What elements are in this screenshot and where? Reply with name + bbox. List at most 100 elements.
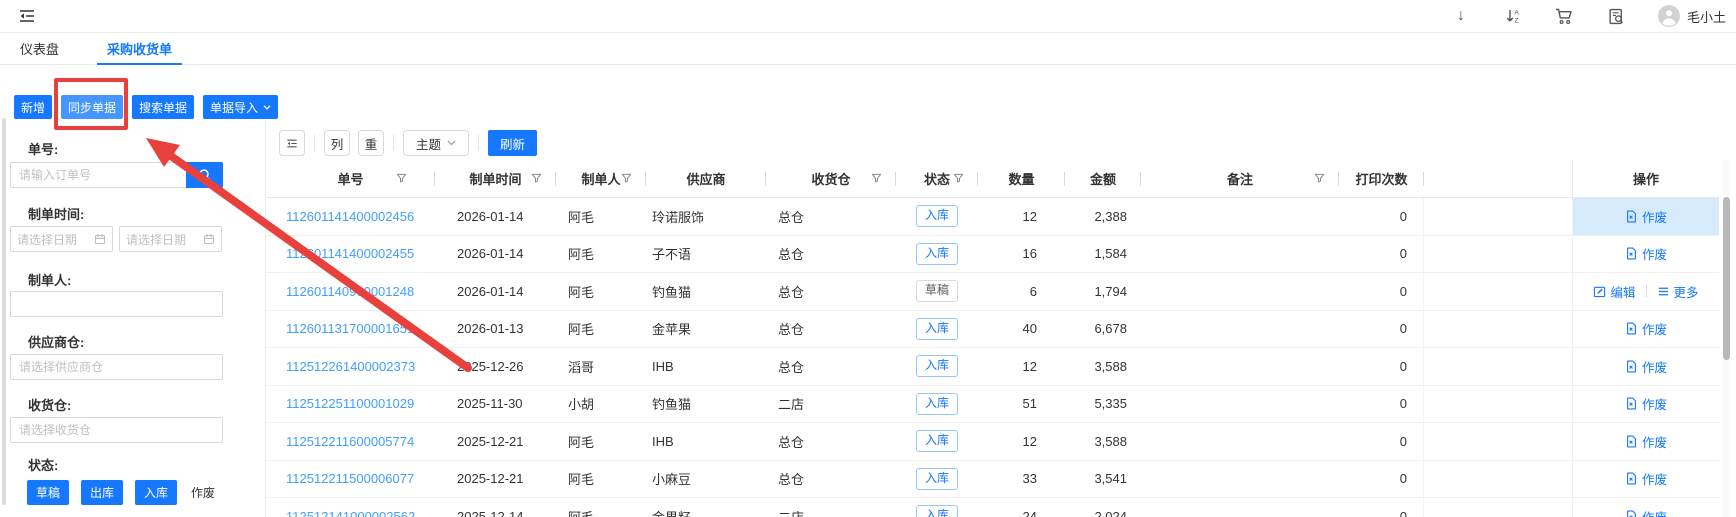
cart-icon[interactable] [1554,5,1576,27]
new-button[interactable]: 新增 [14,95,53,119]
filter-panel-scrollbar[interactable] [2,118,6,505]
void-action-link[interactable]: 作废 [1625,207,1667,226]
void-doc-icon [1625,397,1638,410]
cell-qty: 16 [1022,246,1037,262]
void-action-link[interactable]: 作废 [1625,469,1667,488]
void-action-link[interactable]: 作废 [1625,432,1667,451]
order-no-link[interactable]: 112512211500006077 [286,471,414,486]
void-action-link[interactable]: 作废 [1625,319,1667,338]
search-button[interactable] [186,162,223,188]
cell-spacer [1424,386,1572,423]
date-start-picker[interactable]: 请选择日期 [10,226,113,252]
theme-select[interactable]: 主题 [403,130,469,156]
void-doc-icon [1625,360,1638,373]
document-search-icon[interactable] [1606,5,1628,27]
cell-actions: 作废 [1572,310,1719,347]
col-header-order_no[interactable]: 单号 [266,160,435,197]
cell-supplier: 小麻豆 [652,472,692,488]
cell-create_time: 2026-01-14 [457,283,524,299]
filter-funnel-icon[interactable] [953,172,964,187]
cell-spacer [1424,498,1572,517]
table-row: 112512251100001029 2025-11-30 小胡 钓鱼猫 二店 入库 51 5… [266,385,1719,423]
order-no-link[interactable]: 112601140900001248 [286,284,414,299]
sort-az-icon[interactable]: AZ [1502,5,1524,27]
filter-funnel-icon[interactable] [621,172,632,187]
more-icon [1657,285,1670,298]
void-action-label: 作废 [1641,473,1667,488]
order-no-input[interactable] [10,162,186,188]
status-filter-option[interactable]: 草稿 [27,480,70,505]
cell-create_time: 2025-12-21 [457,433,524,449]
status-filter-option[interactable]: 出库 [81,480,124,505]
tab-dashboard[interactable]: 仪表盘 [20,33,59,65]
refresh-button[interactable]: 刷新 [488,130,538,156]
cell-remark [1141,386,1339,423]
import-documents-button[interactable]: 单据导入 [203,95,279,119]
cell-create_time: 2026-01-14 [457,246,524,262]
edit-icon [1593,285,1606,298]
table-region: 列 重 主题 刷新 单号 制单时间 制单人 供应商 收货仓 状态 数量 金额 备注 打… [265,120,1736,517]
table-scrollbar-thumb[interactable] [1723,197,1730,360]
void-action-link[interactable]: 作废 [1625,357,1667,376]
order-no-link[interactable]: 112601141400002455 [286,246,414,261]
status-filter-option[interactable]: 入库 [135,480,178,505]
cell-amount: 3,541 [1094,471,1127,487]
order-no-link[interactable]: 112601141400002456 [286,209,414,224]
search-documents-button[interactable]: 搜索单据 [132,95,195,119]
receive-wh-input[interactable] [10,417,223,443]
cell-create_time: 2025-12-26 [457,358,524,374]
cell-spacer [1424,348,1572,385]
calendar-icon [203,234,215,245]
supplier-wh-input[interactable] [10,354,223,380]
cell-amount: 3,588 [1094,358,1127,374]
order-no-link[interactable]: 112512261400002373 [286,359,415,374]
void-action-link[interactable]: 作废 [1625,507,1667,517]
col-header-label: 状态 [923,172,950,187]
date-end-picker[interactable]: 请选择日期 [119,226,222,252]
cell-amount: 1,584 [1094,246,1127,262]
col-header-label: 制单人 [581,172,621,187]
filter-funnel-icon[interactable] [871,172,882,187]
reset-button[interactable]: 重 [358,130,384,156]
col-header-remark[interactable]: 备注 [1141,160,1339,197]
cell-amount: 2,388 [1094,208,1127,224]
sync-documents-button[interactable]: 同步单据 [61,95,124,119]
void-doc-icon [1625,435,1638,448]
download-icon[interactable]: ↓ [1450,5,1472,27]
create-time-label: 制单时间: [28,207,85,222]
action-divider [1645,285,1647,298]
void-action-link[interactable]: 作废 [1625,244,1667,263]
cell-create_time: 2025-12-14 [457,508,524,517]
edit-action-link[interactable]: 编辑 [1593,282,1636,301]
tab-purchase-receipt[interactable]: 采购收货单 [97,33,183,65]
col-header-supplier: 供应商 [646,160,766,197]
menu-fold-icon[interactable] [18,8,36,24]
cell-create_time: 2025-12-21 [457,471,524,487]
cell-supplier: 金苹果 [652,322,692,338]
cell-warehouse: 总仓 [778,434,805,450]
col-header-create_time[interactable]: 制单时间 [435,160,556,197]
col-header-status[interactable]: 状态 [896,160,978,197]
cell-print_count: 0 [1339,198,1424,235]
void-action-label: 作废 [1641,210,1667,225]
user-menu[interactable]: 毛小土 [1657,5,1726,27]
filter-funnel-icon[interactable] [531,172,542,187]
order-no-link[interactable]: 112512251100001029 [286,396,414,411]
creator-input[interactable] [10,291,223,317]
void-action-label: 作废 [1641,248,1667,263]
void-doc-icon [1625,472,1638,485]
cell-spacer [1424,273,1572,310]
order-no-link[interactable]: 112512141000002562 [286,509,415,517]
cell-status: 入库 [896,423,978,460]
filter-funnel-icon[interactable] [1314,172,1325,187]
col-header-creator[interactable]: 制单人 [556,160,646,197]
filter-funnel-icon[interactable] [396,172,407,187]
order-no-link[interactable]: 112512211600005774 [286,434,414,449]
order-no-link[interactable]: 112601131700001651 [286,321,414,336]
status-filter-option[interactable]: 作废 [189,480,217,505]
col-header-warehouse[interactable]: 收货仓 [766,160,896,197]
table-collapse-icon[interactable] [279,130,305,156]
void-action-link[interactable]: 作废 [1625,394,1667,413]
columns-button[interactable]: 列 [324,130,350,156]
more-action-link[interactable]: 更多 [1657,282,1699,301]
